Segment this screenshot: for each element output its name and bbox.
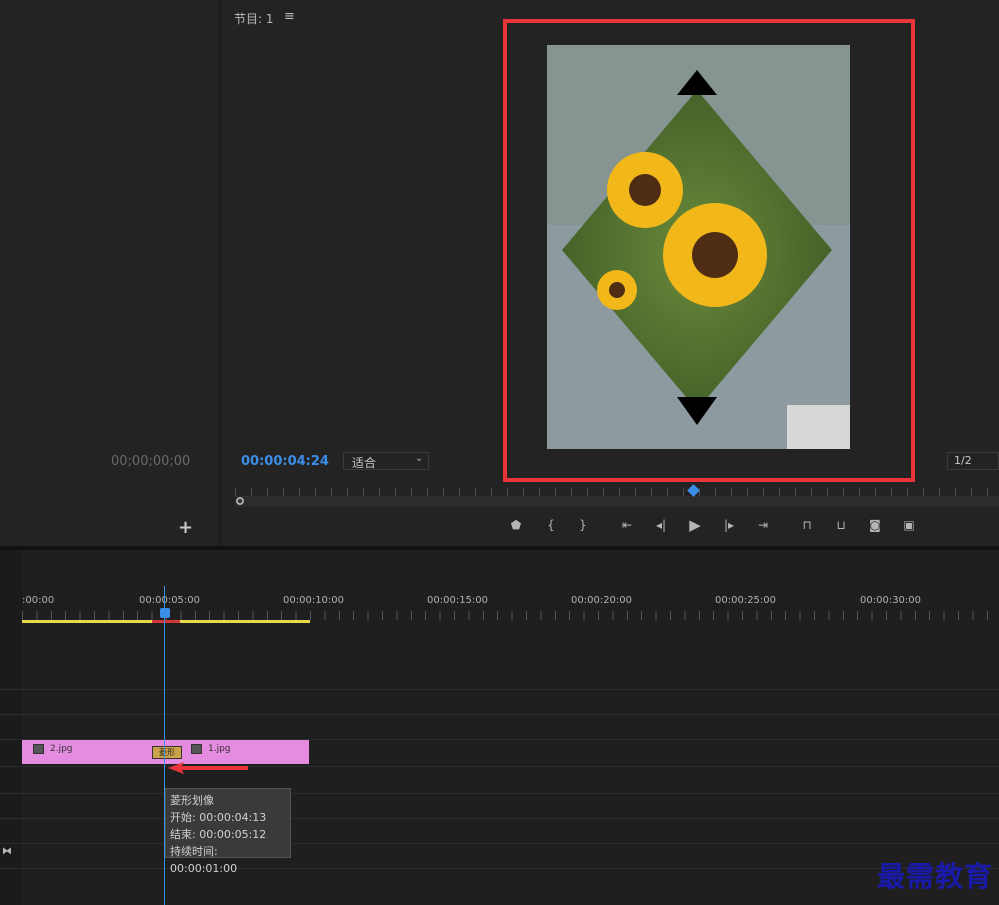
transport-controls: ⬟ { } ⇤ ◂| ▶ |▸ ⇥ ⊓ ⊔ ◙ ▣ (505, 514, 920, 536)
extract-icon[interactable]: ⊔ (830, 514, 852, 536)
clip-name: 1.jpg (208, 744, 231, 754)
video-preview-frame (547, 45, 850, 449)
zoom-handle-icon[interactable] (236, 497, 244, 505)
tooltip-start: 开始: 00:00:04:13 (170, 811, 267, 824)
sunflower-diamond-wipe-icon (547, 45, 850, 449)
watermark: 最需教育 (876, 860, 993, 893)
ruler-label: 00:00:15:00 (427, 595, 489, 606)
step-back-icon[interactable]: ◂| (650, 514, 672, 536)
program-timecode[interactable]: 00:00:04:24 (241, 454, 329, 469)
track-target-icon[interactable]: ⧓ (2, 846, 12, 857)
play-icon[interactable]: ▶ (684, 514, 706, 536)
tooltip-title: 菱形划像 (170, 794, 214, 807)
tooltip-end: 结束: 00:00:05:12 (170, 828, 267, 841)
marker-icon[interactable]: ⬟ (505, 514, 527, 536)
source-timecode: 00;00;00;00 (111, 454, 191, 469)
ruler-label: 00:00:20:00 (571, 595, 633, 606)
track-divider (0, 843, 999, 844)
track-divider (0, 793, 999, 794)
pointer-arrow-icon (168, 762, 248, 774)
compare-icon[interactable]: ▣ (898, 514, 920, 536)
track-divider (0, 818, 999, 819)
transition-tooltip: 菱形划像 开始: 00:00:04:13 结束: 00:00:05:12 持续时… (165, 788, 291, 875)
mark-in-icon[interactable]: { (540, 514, 562, 536)
chevron-down-icon: ⌄ (415, 453, 424, 464)
transition-block[interactable]: 菱形 (152, 746, 182, 759)
playhead-handle[interactable] (160, 608, 170, 618)
track-divider (0, 714, 999, 715)
program-tab-title[interactable]: 节目: 1 (234, 10, 274, 27)
track-divider (0, 868, 999, 869)
export-frame-icon[interactable]: ◙ (864, 514, 886, 536)
mark-out-icon[interactable]: } (572, 514, 594, 536)
panel-menu-icon[interactable]: ≡ (284, 9, 295, 24)
resolution-value: 1/2 (954, 454, 972, 467)
go-to-in-icon[interactable]: ⇤ (616, 514, 638, 536)
fx-icon (33, 744, 44, 754)
zoom-dropdown[interactable]: 适合 ⌄ (343, 452, 429, 470)
tooltip-duration: 持续时间: 00:00:01:00 (170, 845, 238, 875)
ruler-label: :00:00 (22, 595, 55, 606)
clip-name: 2.jpg (50, 744, 73, 754)
source-monitor-panel: 00;00;00;00 + (0, 0, 218, 546)
fx-icon (191, 744, 202, 754)
program-scrubber[interactable] (235, 497, 999, 507)
add-icon[interactable]: + (178, 517, 193, 538)
track-divider (0, 766, 999, 767)
ruler-label: 00:00:30:00 (860, 595, 922, 606)
ruler-label: 00:00:10:00 (283, 595, 345, 606)
transition-range-marker (152, 620, 180, 623)
go-to-out-icon[interactable]: ⇥ (752, 514, 774, 536)
program-mini-ruler[interactable] (235, 488, 999, 497)
track-divider (0, 689, 999, 690)
resolution-dropdown[interactable]: 1/2 (947, 452, 999, 470)
video-clip-track[interactable]: 2.jpg 菱形 1.jpg (22, 740, 309, 764)
lift-icon[interactable]: ⊓ (796, 514, 818, 536)
zoom-value: 适合 (352, 456, 377, 470)
step-forward-icon[interactable]: |▸ (718, 514, 740, 536)
ruler-label: 00:00:05:00 (139, 595, 201, 606)
ruler-label: 00:00:25:00 (715, 595, 777, 606)
